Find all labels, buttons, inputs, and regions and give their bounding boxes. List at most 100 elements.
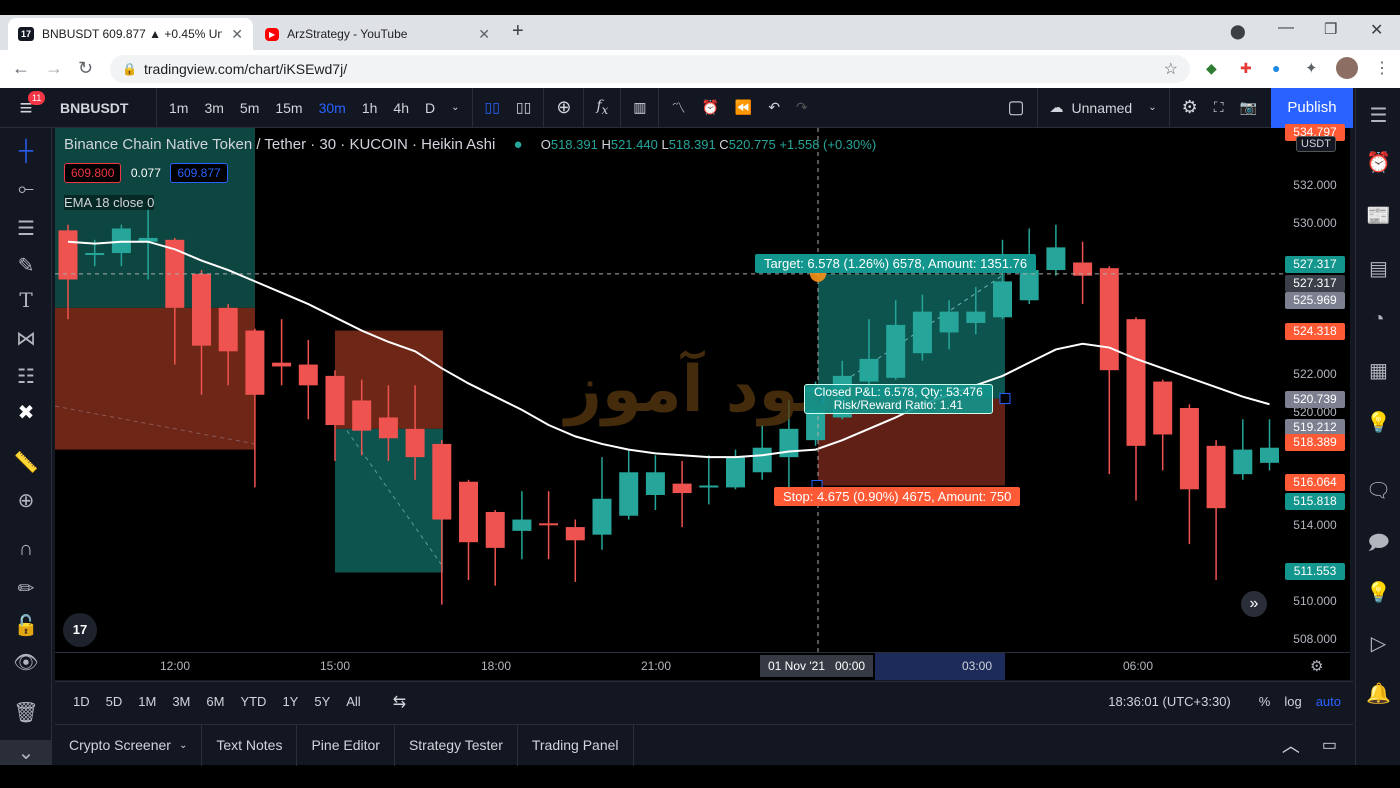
- news-icon[interactable]: 📰: [1356, 203, 1400, 228]
- tab-trading-panel[interactable]: Trading Panel: [518, 724, 634, 766]
- interval-3m[interactable]: 3m: [196, 100, 231, 116]
- candle-style-icon[interactable]: ▯▯: [508, 99, 539, 116]
- interval-4h[interactable]: 4h: [385, 100, 417, 116]
- percent-scale-toggle[interactable]: %: [1259, 694, 1271, 709]
- range-1y[interactable]: 1Y: [282, 694, 298, 709]
- hide-drawings-eye-icon[interactable]: 👁: [0, 650, 52, 675]
- browser-tab-youtube[interactable]: ▶ ArzStrategy - YouTube ✕: [255, 18, 500, 50]
- data-window-icon[interactable]: ▤: [1356, 256, 1400, 281]
- magnet-icon[interactable]: ∩: [0, 538, 52, 561]
- streams-icon[interactable]: 💡: [1356, 580, 1400, 605]
- ruler-icon[interactable]: 📏: [0, 450, 52, 475]
- timezone-clock[interactable]: 18:36:01 (UTC+3:30): [1108, 694, 1230, 709]
- target-label[interactable]: Target: 6.578 (1.26%) 6578, Amount: 1351…: [755, 254, 1037, 273]
- interval-1h[interactable]: 1h: [354, 100, 386, 116]
- alarm-clock-icon[interactable]: ⏰: [1356, 150, 1400, 175]
- range-6m[interactable]: 6M: [206, 694, 224, 709]
- pnl-label[interactable]: Closed P&L: 6.578, Qty: 53.476 Risk/Rewa…: [804, 384, 993, 414]
- price-axis[interactable]: 532.000 530.000 522.000 520.000 514.000 510.0…: [1285, 124, 1350, 652]
- reload-icon[interactable]: ↻: [78, 58, 93, 79]
- browser-tab-tradingview[interactable]: 17 BNBUSDT 609.877 ▲ +0.45% Un ✕: [8, 18, 253, 50]
- close-tab-icon[interactable]: ✕: [478, 26, 490, 43]
- currency-label[interactable]: USDT: [1296, 136, 1336, 152]
- tab-crypto-screener[interactable]: Crypto Screener ⌄: [55, 724, 203, 766]
- stay-in-drawing-mode-icon[interactable]: ✏: [0, 576, 52, 601]
- fib-retracement-icon[interactable]: ☰: [0, 216, 52, 241]
- symbol-title[interactable]: Binance Chain Native Token / Tether · 30…: [64, 136, 495, 153]
- collapse-panel-chevron-icon[interactable]: ︿: [1282, 732, 1300, 758]
- undo-icon[interactable]: ↶: [760, 99, 788, 116]
- range-5y[interactable]: 5Y: [314, 694, 330, 709]
- main-menu-button[interactable]: ≡ 11: [0, 88, 52, 128]
- minimize-icon[interactable]: —: [1278, 19, 1294, 37]
- new-tab-button[interactable]: +: [512, 20, 524, 43]
- extension-icon[interactable]: ✚: [1240, 60, 1252, 77]
- range-1d[interactable]: 1D: [73, 694, 90, 709]
- close-window-icon[interactable]: ✕: [1370, 20, 1383, 40]
- compare-add-icon[interactable]: ⊕: [548, 97, 579, 118]
- range-3m[interactable]: 3M: [172, 694, 190, 709]
- watchlist-icon[interactable]: ☰: [1356, 103, 1400, 128]
- tab-text-notes[interactable]: Text Notes: [202, 724, 298, 766]
- tradingview-logo[interactable]: 17: [63, 613, 97, 647]
- broadcast-icon[interactable]: ▷: [1356, 631, 1400, 656]
- zoom-in-icon[interactable]: ⊕: [0, 488, 52, 513]
- ema-indicator-legend[interactable]: EMA 18 close 0: [64, 195, 155, 210]
- crosshair-icon[interactable]: ┼: [0, 140, 52, 163]
- maximize-panel-icon[interactable]: ▭: [1322, 735, 1337, 755]
- extensions-puzzle-icon[interactable]: ✦: [1305, 59, 1318, 77]
- ideas-lightbulb-icon[interactable]: 💡: [1356, 410, 1400, 435]
- extension-icon[interactable]: ●: [1272, 60, 1280, 76]
- hotlist-icon[interactable]: ◔: [1356, 308, 1400, 331]
- layout-dropdown-icon[interactable]: ⌄: [1140, 102, 1164, 113]
- notifications-bell-icon[interactable]: 🔔: [1356, 681, 1400, 706]
- bookmark-star-icon[interactable]: ☆: [1164, 59, 1178, 79]
- stop-label[interactable]: Stop: 4.675 (0.90%) 4675, Amount: 750: [774, 487, 1021, 506]
- extension-icon[interactable]: ◆: [1206, 60, 1217, 77]
- log-scale-toggle[interactable]: log: [1284, 694, 1301, 709]
- pattern-icon[interactable]: ⋈: [0, 326, 52, 351]
- profile-avatar[interactable]: [1336, 57, 1358, 79]
- redo-icon[interactable]: ↷: [788, 99, 816, 116]
- chrome-menu-icon[interactable]: ⋮: [1374, 58, 1390, 78]
- templates-icon[interactable]: ▥: [625, 99, 654, 116]
- range-1m[interactable]: 1M: [138, 694, 156, 709]
- collapse-chevron-icon[interactable]: ⌄: [0, 740, 52, 765]
- trend-line-icon[interactable]: ⟜: [0, 178, 52, 201]
- lock-drawings-icon[interactable]: 🔓: [0, 613, 52, 638]
- symbol-search-button[interactable]: BNBUSDT: [52, 100, 152, 116]
- interval-D[interactable]: D: [417, 100, 443, 116]
- close-tab-icon[interactable]: ✕: [231, 26, 243, 43]
- text-tool-icon[interactable]: T: [0, 288, 52, 312]
- tab-pine-editor[interactable]: Pine Editor: [297, 724, 395, 766]
- prediction-measure-icon[interactable]: ☷: [0, 364, 52, 389]
- axis-settings-gear-icon[interactable]: ⚙: [1310, 657, 1323, 675]
- layout-name-button[interactable]: Unnamed: [1072, 100, 1141, 116]
- indicators-fx-icon[interactable]: fx: [588, 98, 616, 117]
- interval-1m[interactable]: 1m: [161, 100, 196, 116]
- alert-icon[interactable]: ⏰: [693, 99, 726, 116]
- auto-scale-toggle[interactable]: auto: [1316, 694, 1341, 709]
- interval-5m[interactable]: 5m: [232, 100, 267, 116]
- chat-icon[interactable]: 🗩: [1356, 528, 1400, 562]
- chart-pane[interactable]: سود آموز Binance Chain Native Token / Te…: [55, 128, 1285, 652]
- scroll-to-realtime-button[interactable]: »: [1241, 591, 1267, 617]
- chats-icon[interactable]: 🗨: [1356, 478, 1400, 503]
- calendar-icon[interactable]: ▦: [1356, 358, 1400, 383]
- buy-button[interactable]: 609.877: [170, 163, 228, 183]
- cloud-icon[interactable]: ☁: [1042, 99, 1072, 116]
- interval-30m[interactable]: 30m: [311, 100, 354, 116]
- tab-strategy-tester[interactable]: Strategy Tester: [395, 724, 518, 766]
- snapshot-camera-icon[interactable]: 📷: [1232, 99, 1265, 116]
- restore-icon[interactable]: ❐: [1324, 20, 1337, 38]
- bar-style-icon[interactable]: ▯▯: [477, 99, 508, 116]
- forward-icon[interactable]: →: [45, 58, 63, 79]
- remove-icon[interactable]: ✖: [0, 400, 52, 425]
- time-axis[interactable]: 12:00 15:00 18:00 21:00 03:00 06:00 01 N…: [55, 652, 1350, 680]
- interval-dropdown-icon[interactable]: ⌄: [443, 102, 467, 113]
- tab-search-icon[interactable]: ⬤: [1230, 23, 1246, 40]
- interval-15m[interactable]: 15m: [267, 100, 310, 116]
- financials-icon[interactable]: 〽: [663, 98, 693, 118]
- settings-gear-icon[interactable]: ⚙: [1174, 97, 1206, 118]
- range-all[interactable]: All: [346, 694, 360, 709]
